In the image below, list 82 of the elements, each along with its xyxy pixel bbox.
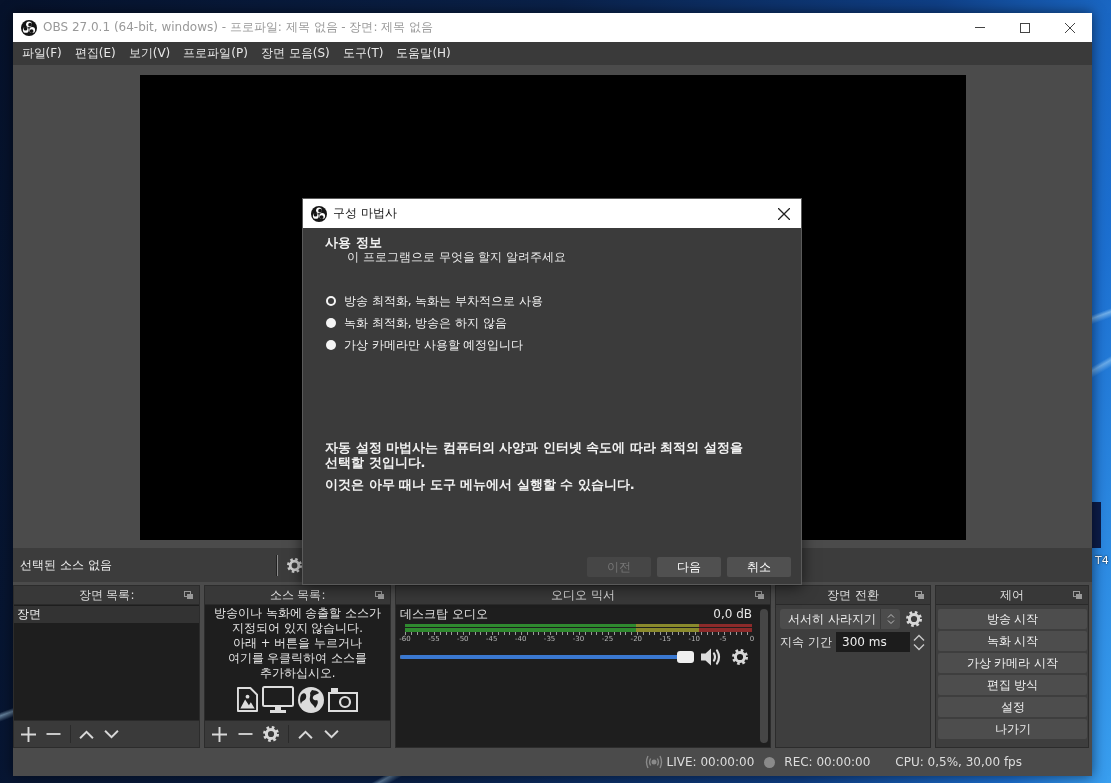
slider-handle[interactable] — [677, 651, 694, 663]
scene-item[interactable]: 장면 — [14, 606, 199, 623]
option-label[interactable]: 녹화 최적화, 방송은 하지 않음 — [344, 314, 508, 332]
channel-name: 데스크탑 오디오 — [400, 605, 488, 623]
radio-button[interactable] — [326, 296, 336, 306]
plus-icon — [21, 726, 36, 742]
channel-settings-button[interactable] — [730, 647, 750, 667]
record-dot-icon — [764, 756, 776, 768]
transition-settings-button[interactable] — [904, 609, 924, 629]
gear-icon — [732, 649, 748, 665]
page-heading: 사용 정보 — [325, 235, 383, 250]
scrollbar[interactable] — [760, 609, 768, 743]
spin-down-button[interactable] — [911, 642, 926, 652]
gear-icon — [906, 611, 922, 627]
menu-item[interactable]: 도구(T) — [336, 42, 390, 65]
info-text: 이것은 아무 때나 도구 메뉴에서 실행할 수 있습니다. — [325, 477, 636, 492]
window-title: OBS 27.0.1 (64-bit, windows) - 프로파일: 제목 없음 - 장면: 제목 없음 — [43, 19, 435, 36]
menu-item[interactable]: 보기(V) — [122, 42, 177, 65]
float-icon[interactable] — [375, 591, 384, 599]
dock-title: 소스 목록: — [269, 586, 326, 604]
desktop-icon-label: T4 — [1094, 554, 1110, 567]
rec-status: REC: 00:00:00 — [784, 755, 871, 769]
page-subheading: 이 프로그램으로 무엇을 할지 알려주세요 — [347, 250, 568, 265]
dialog-title: 구성 마법사 — [333, 205, 398, 222]
option-label[interactable]: 방송 최적화, 녹화는 부차적으로 사용 — [344, 292, 544, 310]
menu-item[interactable]: 편집(E) — [68, 42, 123, 65]
control-button[interactable]: 편집 방식 — [938, 675, 1087, 695]
control-button[interactable]: 나가기 — [938, 719, 1087, 739]
caret-down-icon — [104, 729, 119, 739]
minus-icon — [46, 733, 61, 735]
no-source-label: 선택된 소스 없음 — [20, 556, 113, 574]
caret-up-icon — [297, 729, 313, 739]
live-status: LIVE: 00:00:00 — [666, 755, 755, 769]
minimize-icon — [974, 27, 985, 28]
info-text: 자동 설정 마법사는 컴퓨터의 사양과 인터넷 속도에 따라 최적의 설정을 선택할 것입니다. — [325, 440, 744, 470]
app-logo-icon — [21, 19, 37, 36]
dock-title: 오디오 믹서 — [551, 586, 615, 604]
up-down-icon — [886, 613, 895, 625]
plus-icon — [211, 726, 227, 742]
caret-up-icon — [912, 633, 925, 641]
caret-up-icon — [79, 729, 94, 739]
close-icon — [778, 207, 790, 220]
duration-field[interactable]: 300 ms — [836, 632, 910, 652]
empty-source-hint: 방송이나 녹화에 송출할 소스가 지정되어 있지 않습니다. 아래 + 버튼을 누르거나 여기를 우클릭하여 소스를 추가하십시오. — [214, 606, 381, 681]
menu-item[interactable]: 도움말(H) — [389, 42, 458, 65]
dialog-button[interactable]: 다음 — [657, 557, 721, 577]
float-icon[interactable] — [755, 591, 764, 599]
maximize-icon — [1019, 22, 1030, 33]
dock-title: 장면 목록: — [78, 586, 135, 604]
float-icon[interactable] — [915, 591, 924, 599]
control-button[interactable]: 방송 시작 — [938, 609, 1087, 629]
menu-item[interactable]: 장면 모음(S) — [254, 42, 337, 65]
dialog-button[interactable]: 취소 — [727, 557, 791, 577]
option-label[interactable]: 가상 카메라만 사용할 예정입니다 — [344, 336, 524, 354]
float-icon[interactable] — [1073, 591, 1082, 599]
gear-icon — [263, 726, 279, 742]
cpu-status: CPU: 0,5%, 30,00 fps — [895, 755, 1022, 769]
menu-item[interactable]: 파일(F) — [15, 42, 69, 65]
camera-icon — [328, 687, 358, 712]
control-button[interactable]: 설정 — [938, 697, 1087, 717]
caret-down-icon — [323, 729, 339, 739]
dock-title: 장면 전환 — [827, 586, 879, 604]
minus-icon — [237, 733, 253, 735]
float-icon[interactable] — [184, 591, 193, 599]
spin-up-button[interactable] — [911, 632, 926, 642]
monitor-icon — [262, 686, 294, 713]
image-file-icon — [237, 687, 258, 712]
app-logo-icon — [311, 205, 327, 222]
gear-icon — [287, 557, 302, 573]
radio-button[interactable] — [326, 318, 336, 328]
duration-label: 지속 기간 — [780, 633, 833, 651]
menu-item[interactable]: 프로파일(P) — [176, 42, 255, 65]
radio-button[interactable] — [326, 340, 336, 350]
dock-title: 제어 — [1000, 586, 1024, 604]
caret-down-icon — [912, 643, 925, 651]
globe-icon — [298, 686, 324, 713]
close-icon — [1064, 22, 1075, 33]
control-button[interactable]: 녹화 시작 — [938, 631, 1087, 651]
broadcast-icon — [644, 755, 663, 769]
control-button[interactable]: 가상 카메라 시작 — [938, 653, 1087, 673]
transition-dropdown[interactable]: 서서히 사라지기 — [780, 609, 900, 629]
volume-reading: 0,0 dB — [713, 607, 752, 621]
